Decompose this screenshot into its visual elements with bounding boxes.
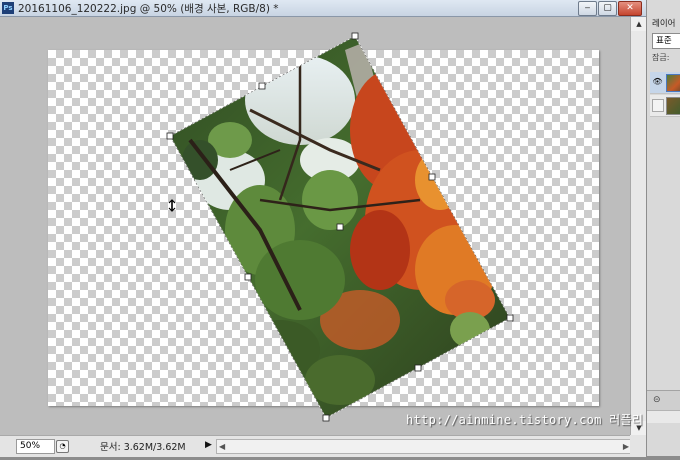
- transform-overlay: [0, 0, 646, 456]
- layer-thumbnail: [666, 97, 680, 115]
- blend-mode-select[interactable]: 표준: [652, 33, 680, 49]
- photoshop-app: Ps 20161106_120222.jpg @ 50% (배경 사본, RGB…: [0, 0, 680, 457]
- scroll-left-icon[interactable]: ◀: [219, 440, 225, 453]
- status-menu-arrow-icon[interactable]: ▶: [205, 440, 212, 450]
- layers-panel-title[interactable]: 레이어: [652, 17, 675, 29]
- layer-thumbnail: [666, 74, 680, 92]
- blog-watermark: http://ainmine.tistory.com 러플리: [406, 413, 644, 427]
- layers-panel: 레이어 표준 잠금: 👁 ⊝: [646, 0, 680, 456]
- document-window: Ps 20161106_120222.jpg @ 50% (배경 사본, RGB…: [0, 0, 647, 457]
- scrollbar-corner: [630, 435, 646, 456]
- zoom-level-field[interactable]: 50%: [16, 439, 55, 454]
- vertical-scrollbar[interactable]: ▲ ▼: [630, 17, 647, 435]
- link-layers-icon[interactable]: ⊝: [653, 395, 661, 405]
- rotate-cursor-icon: [168, 199, 176, 212]
- rotated-photo-layer[interactable]: [0, 0, 646, 456]
- eye-icon[interactable]: 👁: [652, 76, 663, 87]
- scroll-right-icon[interactable]: ▶: [623, 440, 629, 453]
- panel-scrollbar[interactable]: [647, 410, 680, 423]
- status-bar: 50% ◔ 문서: 3.62M/3.62M ▶ ◀ ▶: [0, 435, 646, 457]
- layer-row-background-copy[interactable]: 👁: [650, 72, 680, 94]
- layer-row-background[interactable]: [650, 95, 680, 117]
- scroll-up-icon[interactable]: ▲: [631, 17, 647, 31]
- lock-label: 잠금:: [652, 53, 670, 62]
- status-info-icon[interactable]: ◔: [56, 440, 69, 453]
- visibility-toggle-empty[interactable]: [652, 99, 664, 112]
- layers-panel-footer: ⊝: [647, 390, 680, 411]
- horizontal-scrollbar[interactable]: ◀ ▶: [216, 439, 632, 454]
- document-size-info: 문서: 3.62M/3.62M: [100, 442, 186, 453]
